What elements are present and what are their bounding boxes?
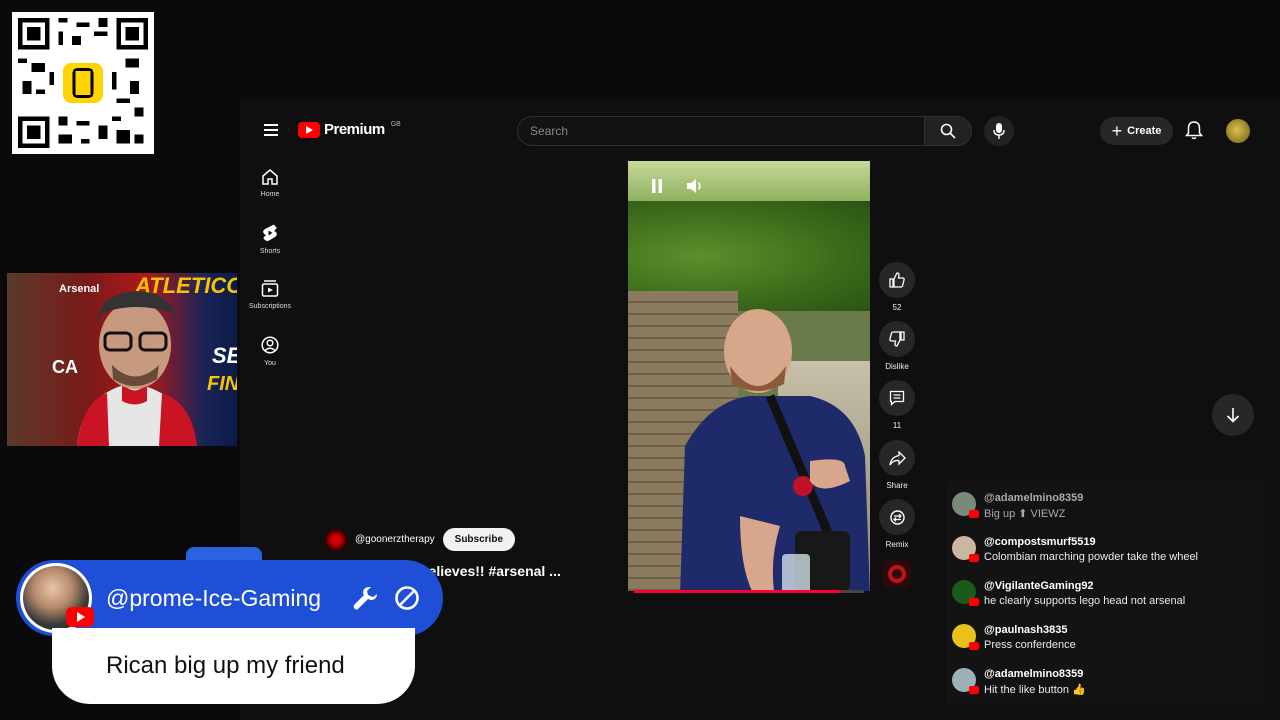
plus-icon: + xyxy=(1111,121,1123,141)
nav-shorts[interactable]: Shorts xyxy=(244,224,296,255)
alert-icons xyxy=(352,585,420,611)
remix-icon xyxy=(889,509,905,525)
volume-icon[interactable] xyxy=(686,178,704,194)
channel-logo-icon xyxy=(888,565,906,583)
chat-avatar xyxy=(952,492,979,518)
menu-icon[interactable] xyxy=(264,124,278,136)
microphone-icon xyxy=(993,123,1005,139)
chat-message: @adamelmino8359 Hit the like button 👍 xyxy=(952,662,1258,706)
search-icon xyxy=(940,123,956,139)
youtube-premium-logo[interactable]: Premium GB xyxy=(298,121,401,138)
chat-avatar xyxy=(952,580,979,606)
dislike-button[interactable]: Dislike xyxy=(878,321,916,371)
chat-avatar xyxy=(952,668,979,694)
chat-message: @VigilanteGaming92 he clearly supports le… xyxy=(952,574,1258,618)
logo-region: GB xyxy=(390,121,401,128)
nav-label: Subscriptions xyxy=(248,303,292,310)
account-avatar[interactable] xyxy=(1226,119,1250,143)
home-icon xyxy=(262,169,278,185)
chat-text: Colombian marching powder take the wheel xyxy=(984,551,1199,563)
like-count: 52 xyxy=(892,303,902,312)
qr-code xyxy=(12,12,154,154)
chat-avatar xyxy=(952,536,979,562)
next-short-button[interactable] xyxy=(1212,394,1254,436)
logo-word: Premium xyxy=(324,121,385,138)
short-title[interactable]: believes!! #arsenal ... xyxy=(420,563,561,579)
youtube-play-icon xyxy=(298,121,320,138)
alert-username: @prome-Ice-Gaming xyxy=(106,585,322,611)
subscriptions-icon xyxy=(261,280,279,297)
comments-button[interactable]: 11 xyxy=(878,380,916,430)
search-input[interactable]: Search xyxy=(517,116,925,146)
alert-message: Rican big up my friend xyxy=(52,628,415,704)
wrench-icon xyxy=(353,587,377,610)
youtube-badge-icon xyxy=(66,607,94,627)
search-button[interactable] xyxy=(924,116,972,146)
share-button[interactable]: Share xyxy=(878,440,916,490)
comment-icon xyxy=(889,390,905,406)
thumbs-down-icon xyxy=(889,331,905,347)
chat-author: @compostsmurf5519 xyxy=(984,536,1096,548)
create-label: Create xyxy=(1127,125,1162,137)
video-frame-person xyxy=(680,309,870,591)
nav-label: You xyxy=(264,360,276,367)
nav-subscriptions[interactable]: Subscriptions xyxy=(244,280,296,310)
chat-message: @compostsmurf5519 Colombian marching powd… xyxy=(952,530,1258,574)
nav-home[interactable]: Home xyxy=(244,168,296,198)
chat-author: @adamelmino8359 xyxy=(984,668,1084,680)
channel-name[interactable]: @goonerztherapy xyxy=(355,534,435,545)
bell-icon xyxy=(1184,121,1204,140)
chat-author: @adamelmino8359 xyxy=(984,492,1084,504)
chat-avatar xyxy=(952,624,979,650)
channel-row: @goonerztherapy Subscribe xyxy=(325,528,516,551)
chat-message: @paulnash3835 Press conferdence xyxy=(952,618,1258,662)
you-icon xyxy=(261,336,279,354)
short-video-player[interactable] xyxy=(628,161,870,591)
channel-avatar[interactable] xyxy=(325,528,347,551)
subscribe-button[interactable]: Subscribe xyxy=(442,528,516,551)
thumbs-up-icon xyxy=(889,272,905,288)
nav-label: Shorts xyxy=(259,248,281,255)
like-button[interactable]: 52 xyxy=(878,262,916,312)
share-icon xyxy=(888,450,906,466)
notifications-button[interactable] xyxy=(1184,121,1204,145)
pause-icon[interactable] xyxy=(650,178,664,194)
streamer-webcam xyxy=(77,291,197,446)
live-chat-overlay: @adamelmino8359 Big up ⬆ VIEWZ @compostsm… xyxy=(946,480,1264,705)
channel-thumbnail[interactable] xyxy=(883,560,911,588)
video-controls xyxy=(650,178,704,194)
voice-search-button[interactable] xyxy=(984,116,1014,146)
chat-author: @VigilanteGaming92 xyxy=(984,580,1094,592)
chat-message: @adamelmino8359 Big up ⬆ VIEWZ xyxy=(952,486,1258,530)
chat-text: Hit the like button 👍 xyxy=(984,684,1086,696)
remix-label: Remix xyxy=(885,540,909,549)
chat-text: Big up ⬆ VIEWZ xyxy=(984,508,1066,520)
block-icon xyxy=(395,586,419,610)
chat-author: @paulnash3835 xyxy=(984,624,1068,636)
nav-label: Home xyxy=(260,191,280,198)
share-label: Share xyxy=(886,481,908,490)
shorts-icon xyxy=(263,224,277,241)
webcam-overlay: ATLETICO SE FINA Arsenal CA xyxy=(7,273,237,446)
create-button[interactable]: + Create xyxy=(1100,117,1173,145)
chat-text: he clearly supports lego head not arsena… xyxy=(984,595,1186,607)
video-progress-fill xyxy=(634,590,841,593)
video-progress-bar[interactable] xyxy=(634,590,864,593)
comment-count: 11 xyxy=(892,421,902,430)
dislike-label: Dislike xyxy=(885,362,909,371)
chat-text: Press conferdence xyxy=(984,639,1076,651)
arrow-down-icon xyxy=(1226,408,1240,423)
nav-you[interactable]: You xyxy=(244,336,296,367)
remix-button[interactable]: Remix xyxy=(878,499,916,549)
